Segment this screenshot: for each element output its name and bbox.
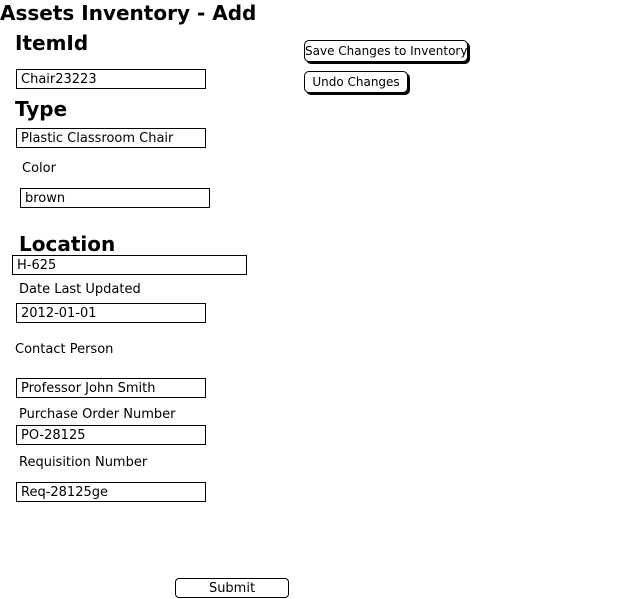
submit-button[interactable]: Submit bbox=[175, 578, 289, 598]
purchase-order-number-label: Purchase Order Number bbox=[19, 407, 176, 422]
color-input[interactable] bbox=[20, 188, 210, 208]
type-input[interactable] bbox=[16, 128, 206, 148]
item-id-input[interactable] bbox=[16, 69, 206, 89]
contact-person-label: Contact Person bbox=[15, 342, 114, 357]
save-changes-button[interactable]: Save Changes to Inventory bbox=[304, 40, 468, 62]
date-last-updated-input[interactable] bbox=[16, 303, 206, 323]
location-heading: Location bbox=[19, 232, 116, 256]
undo-changes-button[interactable]: Undo Changes bbox=[304, 71, 408, 93]
date-last-updated-label: Date Last Updated bbox=[19, 282, 141, 297]
item-id-heading: ItemId bbox=[15, 31, 89, 55]
location-input[interactable] bbox=[12, 255, 247, 275]
contact-person-input[interactable] bbox=[16, 378, 206, 398]
type-heading: Type bbox=[15, 97, 68, 121]
requisition-number-input[interactable] bbox=[16, 482, 206, 502]
page-title: Assets Inventory - Add bbox=[0, 1, 257, 25]
requisition-number-label: Requisition Number bbox=[19, 455, 148, 470]
purchase-order-number-input[interactable] bbox=[16, 425, 206, 445]
color-label: Color bbox=[22, 161, 56, 176]
